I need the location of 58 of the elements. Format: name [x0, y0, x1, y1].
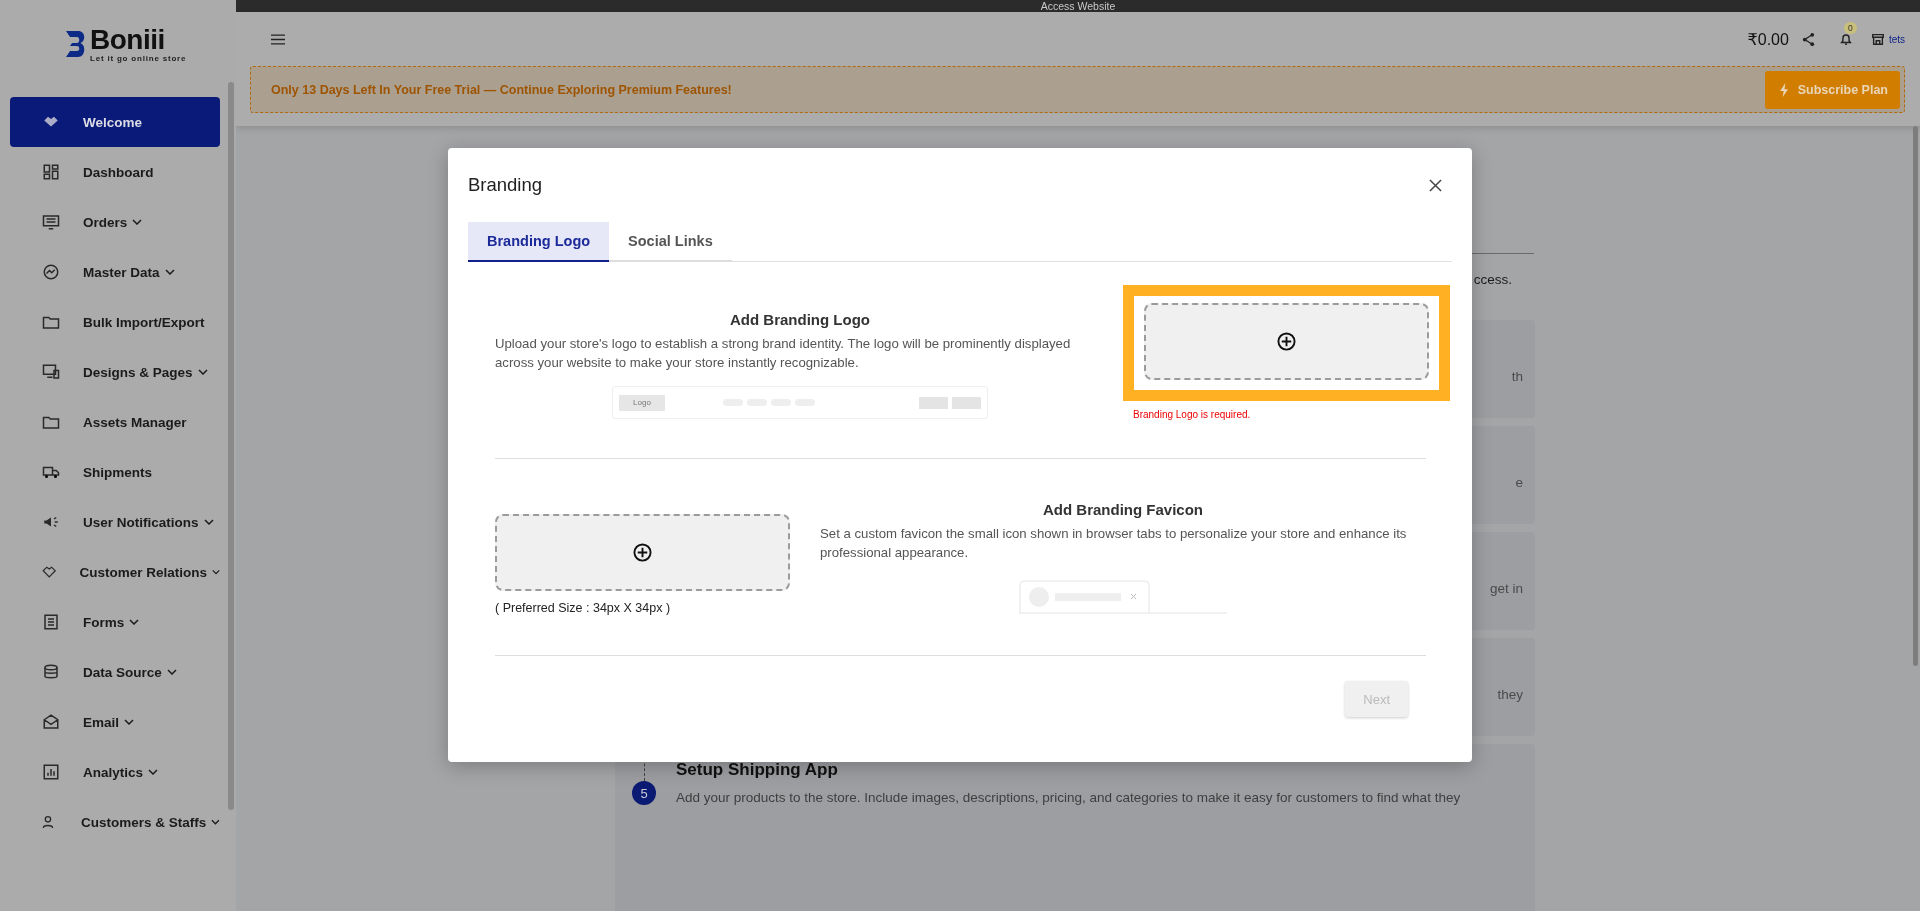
- trial-message: Only 13 Days Left In Your Free Trial — Continue Exploring Premium Features!: [271, 82, 732, 97]
- strip-title: Access Website: [1040, 0, 1116, 12]
- step-description: th: [1511, 368, 1523, 384]
- dialog-title: Branding: [468, 174, 543, 196]
- sidebar-item[interactable]: Assets Manager: [10, 397, 220, 447]
- tab[interactable]: Branding Logo: [468, 222, 610, 262]
- share-icon[interactable]: [1800, 31, 1816, 47]
- section-heading: Add Branding Logo: [730, 311, 870, 328]
- step-description: they: [1497, 686, 1523, 702]
- sidebar-item[interactable]: Designs & Pages: [10, 347, 220, 397]
- lightning-icon: [1778, 82, 1790, 97]
- sidebar-item[interactable]: Customer Relations: [10, 547, 220, 597]
- bell-icon[interactable]: [1838, 32, 1853, 46]
- menu-item-icon: [42, 363, 60, 381]
- sidebar-item[interactable]: Bulk Import/Export: [10, 297, 220, 347]
- sidebar-item[interactable]: Analytics: [10, 747, 220, 797]
- notification-badge: 0: [1843, 22, 1857, 34]
- add-icon: [633, 543, 652, 562]
- step-description: get in: [1489, 580, 1523, 596]
- menu-item-icon: [42, 713, 60, 731]
- store-icon[interactable]: [1870, 32, 1885, 46]
- sidebar-item[interactable]: Dashboard: [10, 147, 220, 197]
- menu-item-icon: [42, 763, 60, 781]
- menu-item-icon: [42, 263, 60, 281]
- balance: ₹0.00: [1747, 29, 1789, 49]
- sidebar-item[interactable]: Orders: [10, 197, 220, 247]
- menu-item-icon: [42, 613, 60, 631]
- step-description: Add your products to the store. Include images, descriptions, pricing, and categories to make it easy for customers to find what they: [676, 790, 1461, 805]
- menu-item-icon: [42, 663, 60, 681]
- size-hint: ( Preferred Size : 34px X 34px ): [495, 601, 672, 615]
- logo-name: Boniii: [90, 25, 166, 54]
- scrollbar[interactable]: [228, 82, 234, 810]
- sidebar-item[interactable]: Data Source: [10, 647, 220, 697]
- scrollbar[interactable]: [1913, 126, 1918, 666]
- add-icon: [1277, 332, 1296, 351]
- sidebar-item[interactable]: Email: [10, 697, 220, 747]
- tab[interactable]: Social Links: [609, 222, 732, 262]
- sidebar-item[interactable]: Customers & Staffs: [10, 797, 220, 847]
- sidebar-item[interactable]: Shipments: [10, 447, 220, 497]
- section-description: Set a custom favicon the small icon shown in browser tabs to personalize your store and enhance its professional appearance.: [820, 525, 1408, 562]
- logo-tagline: Let it go online store: [90, 53, 187, 63]
- menu-item-icon: [42, 213, 60, 231]
- header-preview-drawing: Logo: [612, 386, 988, 419]
- store-name[interactable]: tets: [1888, 33, 1905, 45]
- menu-item-icon: [42, 163, 60, 181]
- close-icon[interactable]: [1429, 178, 1442, 192]
- step-title: Setup Shipping App: [676, 760, 839, 780]
- step-description: e: [1515, 474, 1523, 490]
- section-description: Upload your store's logo to establish a strong brand identity. The logo will be prominently displayed across your website to make your store instantly recognizable.: [495, 335, 1072, 372]
- sidebar-item[interactable]: Master Data: [10, 247, 220, 297]
- sidebar-item[interactable]: Forms: [10, 597, 220, 647]
- step-number: 5: [632, 781, 656, 805]
- sidebar-item[interactable]: Welcome: [10, 97, 220, 147]
- sidebar-item[interactable]: User Notifications: [10, 497, 220, 547]
- error-message: Branding Logo is required.: [1133, 409, 1252, 420]
- intro-text: ccess.: [1473, 272, 1512, 289]
- section-heading: Add Branding Favicon: [1043, 501, 1203, 518]
- menu-icon[interactable]: [271, 33, 285, 45]
